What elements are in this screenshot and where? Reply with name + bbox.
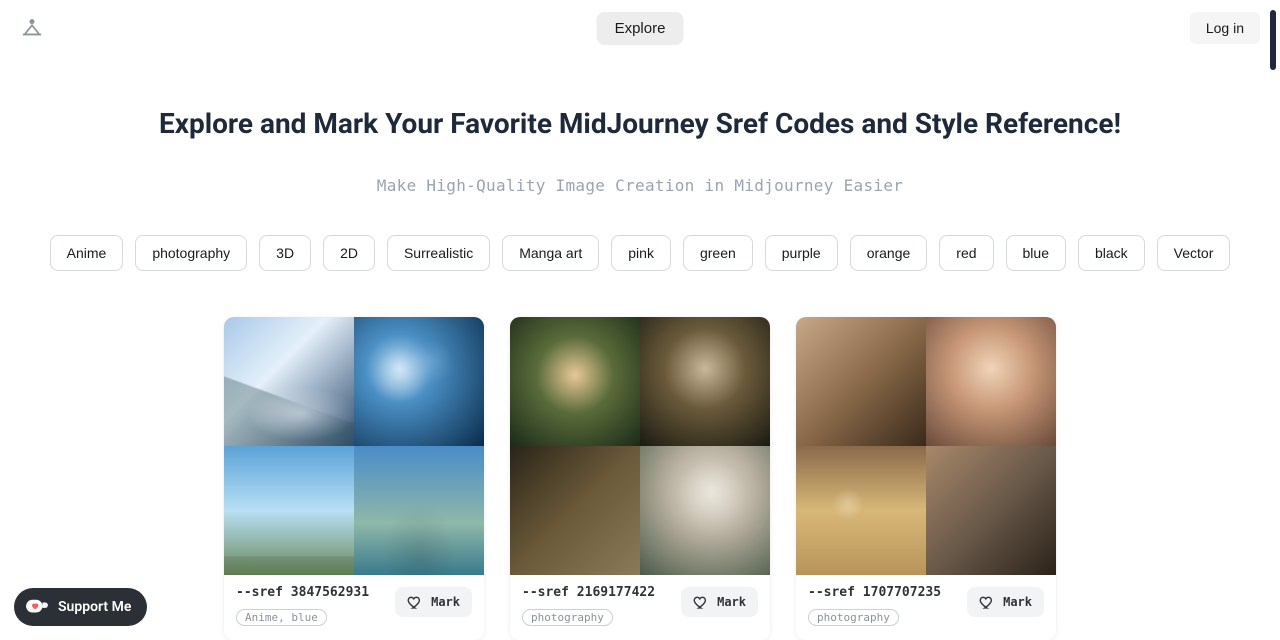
style-badge: Anime, blue (236, 609, 327, 626)
scrollbar-thumb[interactable] (1270, 10, 1276, 70)
support-label: Support Me (58, 599, 131, 615)
tag-red[interactable]: red (939, 235, 993, 271)
support-me-button[interactable]: Support Me (14, 588, 147, 626)
preview-image (354, 446, 484, 575)
card-grid: --sref 3847562931 Anime, blue Mark --sre… (0, 317, 1280, 640)
card-image-grid (510, 317, 770, 575)
card-image-grid (796, 317, 1056, 575)
header: Explore Log in (0, 0, 1280, 56)
site-logo[interactable] (20, 16, 44, 40)
style-badge: photography (522, 609, 613, 626)
nav-center: Explore (597, 12, 684, 45)
tag-photography[interactable]: photography (135, 235, 247, 271)
tag-vector[interactable]: Vector (1157, 235, 1231, 271)
tag-orange[interactable]: orange (850, 235, 928, 271)
kofi-icon (24, 596, 50, 618)
tag-3d[interactable]: 3D (259, 235, 311, 271)
preview-image (926, 317, 1056, 446)
sref-card[interactable]: --sref 2169177422 photography Mark (510, 317, 770, 640)
card-meta: --sref 3847562931 Anime, blue Mark (224, 575, 484, 640)
preview-image (926, 446, 1056, 575)
page-title: Explore and Mark Your Favorite MidJourne… (40, 106, 1240, 142)
sref-code: --sref 1707707235 (808, 585, 941, 600)
heart-icon (407, 594, 423, 610)
sref-card[interactable]: --sref 3847562931 Anime, blue Mark (224, 317, 484, 640)
tag-anime[interactable]: Anime (50, 235, 124, 271)
preview-image (640, 446, 770, 575)
heart-icon (693, 594, 709, 610)
heart-icon (979, 594, 995, 610)
preview-image (224, 317, 354, 446)
card-meta: --sref 1707707235 photography Mark (796, 575, 1056, 640)
mark-label: Mark (1003, 595, 1032, 609)
preview-image (796, 446, 926, 575)
tag-pink[interactable]: pink (611, 235, 671, 271)
mark-label: Mark (717, 595, 746, 609)
preview-image (510, 317, 640, 446)
preview-image (224, 446, 354, 575)
login-button[interactable]: Log in (1190, 12, 1260, 44)
card-image-grid (224, 317, 484, 575)
tag-surrealistic[interactable]: Surrealistic (387, 235, 490, 271)
mark-button[interactable]: Mark (395, 587, 472, 617)
preview-image (796, 317, 926, 446)
mark-button[interactable]: Mark (681, 587, 758, 617)
tag-green[interactable]: green (683, 235, 753, 271)
tag-row: Anime photography 3D 2D Surrealistic Man… (0, 235, 1280, 271)
explore-tab[interactable]: Explore (597, 12, 684, 45)
preview-image (510, 446, 640, 575)
style-badge: photography (808, 609, 899, 626)
mark-button[interactable]: Mark (967, 587, 1044, 617)
sref-code: --sref 3847562931 (236, 585, 369, 600)
tag-black[interactable]: black (1078, 235, 1145, 271)
tag-manga-art[interactable]: Manga art (502, 235, 599, 271)
card-meta: --sref 2169177422 photography Mark (510, 575, 770, 640)
sref-card[interactable]: --sref 1707707235 photography Mark (796, 317, 1056, 640)
hero: Explore and Mark Your Favorite MidJourne… (0, 106, 1280, 195)
page-subtitle: Make High-Quality Image Creation in Midj… (40, 176, 1240, 195)
tag-purple[interactable]: purple (765, 235, 838, 271)
tag-blue[interactable]: blue (1006, 235, 1066, 271)
mark-label: Mark (431, 595, 460, 609)
preview-image (640, 317, 770, 446)
preview-image (354, 317, 484, 446)
tag-2d[interactable]: 2D (323, 235, 375, 271)
sref-code: --sref 2169177422 (522, 585, 655, 600)
